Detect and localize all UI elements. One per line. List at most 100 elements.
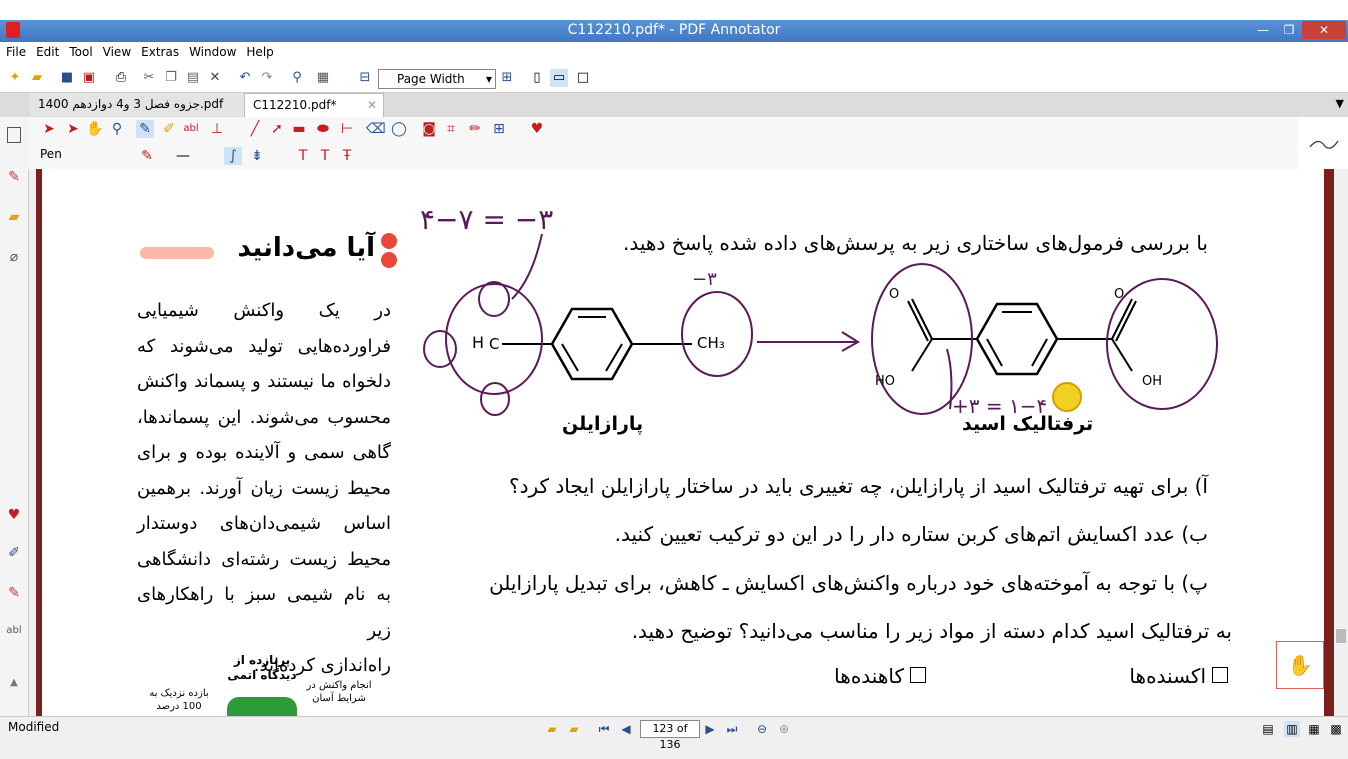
zoom-tool-icon[interactable]: ⚲: [108, 120, 126, 138]
checkbox-oxidizers[interactable]: [1212, 667, 1228, 683]
sidebar-line: اساس شیمی‌دان‌های دوستدار: [137, 513, 391, 534]
first-page-icon[interactable]: ⏮: [596, 721, 612, 737]
ellipse-icon[interactable]: ⬬: [314, 120, 332, 138]
page-icon[interactable]: [7, 127, 21, 143]
redo-icon[interactable]: ↷: [258, 69, 276, 87]
zoom-in-icon[interactable]: ⊞: [498, 69, 516, 87]
header-bullet-icon: [379, 233, 397, 269]
continuous-view-icon[interactable]: ▥: [1284, 721, 1300, 737]
pen-icon[interactable]: ✎: [136, 120, 154, 138]
arrow-icon[interactable]: ➚: [268, 120, 286, 138]
pen-tool-icon[interactable]: ✎: [5, 169, 23, 187]
two-page-view-icon[interactable]: ▦: [1306, 721, 1322, 737]
continuous-two-page-view-icon[interactable]: ▩: [1328, 721, 1344, 737]
tab-document-2[interactable]: C112210.pdf* ✕: [244, 93, 384, 117]
menu-extras[interactable]: Extras: [135, 42, 183, 59]
pen-color-icon[interactable]: ✎: [138, 147, 156, 165]
save-as-icon[interactable]: ▣: [80, 69, 98, 87]
question-b: ب) عدد اکسایش اتم‌های کربن ستاره دار را …: [614, 522, 1208, 546]
scrollbar-thumb[interactable]: [1336, 629, 1346, 643]
paste-icon[interactable]: ▤: [184, 69, 202, 87]
select-icon[interactable]: ➤: [40, 120, 58, 138]
find-icon[interactable]: ⚲: [288, 69, 306, 87]
menu-view[interactable]: View: [97, 42, 135, 59]
minimize-button[interactable]: —: [1250, 21, 1276, 39]
figure-label-3: بازده نزدیک به 100 درصد: [149, 688, 209, 712]
figure-label-1: پربازده از دیدگاه اتمی: [227, 653, 297, 682]
hand-scroll-icon[interactable]: ✋: [1276, 641, 1324, 689]
text-box-icon[interactable]: abl: [5, 625, 23, 643]
highlighter-icon[interactable]: ✐: [5, 545, 23, 563]
lasso-icon[interactable]: ◯: [390, 120, 408, 138]
chem-oh: OH: [1142, 374, 1163, 389]
page-layout-icon[interactable]: ▦: [314, 69, 332, 87]
select-text-icon[interactable]: ➤: [64, 120, 82, 138]
checkbox-reducers[interactable]: [910, 667, 926, 683]
cut-icon[interactable]: ✂: [140, 69, 158, 87]
previous-document-icon[interactable]: ▰: [544, 721, 560, 737]
option-reducers: کاهنده‌ها: [802, 664, 926, 688]
fit-width-icon[interactable]: ▭: [550, 69, 568, 87]
straighten-icon[interactable]: ⇟: [248, 147, 266, 165]
eraser-icon[interactable]: ⌫: [366, 120, 386, 138]
save-icon[interactable]: ■: [58, 69, 76, 87]
close-tab-icon[interactable]: ✕: [367, 94, 377, 117]
print-icon[interactable]: ⎙: [112, 69, 130, 87]
page-number-field[interactable]: 123 of 136: [640, 720, 700, 751]
last-page-icon[interactable]: ⏭: [724, 721, 740, 737]
insert-image-icon[interactable]: ⊞: [490, 120, 508, 138]
marker-icon[interactable]: ✎: [5, 585, 23, 603]
menu-bar: File Edit Tool View Extras Window Help: [0, 42, 1348, 64]
back-icon[interactable]: ⊖: [754, 721, 770, 737]
open-folder-icon[interactable]: ▰: [28, 69, 46, 87]
tab-document-1[interactable]: جزوه فصل 3 و4 دوازدهم 1400.pdf: [30, 93, 248, 116]
menu-window[interactable]: Window: [183, 42, 240, 59]
menu-help[interactable]: Help: [240, 42, 277, 59]
menu-edit[interactable]: Edit: [30, 42, 63, 59]
line-width-icon[interactable]: —: [174, 147, 192, 165]
scroll-up-icon[interactable]: ▲: [5, 677, 23, 695]
menu-tool[interactable]: Tool: [63, 42, 96, 59]
undo-icon[interactable]: ↶: [236, 69, 254, 87]
text-underline-icon[interactable]: T: [294, 147, 312, 165]
tab-list-icon[interactable]: ▼: [1336, 97, 1344, 110]
previous-page-icon[interactable]: ◀: [618, 721, 634, 737]
attachment-icon[interactable]: ⌀: [5, 249, 23, 267]
single-page-view-icon[interactable]: ▤: [1260, 721, 1276, 737]
next-document-icon[interactable]: ▰: [566, 721, 582, 737]
fullscreen-icon[interactable]: □: [574, 69, 592, 87]
text-double-underline-icon[interactable]: T: [316, 147, 334, 165]
smooth-stroke-icon[interactable]: ∫: [224, 147, 242, 165]
camera-icon[interactable]: ◙: [420, 120, 438, 138]
favorites-heart-icon[interactable]: ♥: [528, 120, 546, 138]
crop-icon[interactable]: ⌗: [442, 120, 460, 138]
typewriter-icon[interactable]: abl: [182, 120, 200, 138]
stamp-icon[interactable]: ⊥: [208, 120, 226, 138]
favorite-heart-icon[interactable]: ♥: [5, 507, 23, 525]
chem-o-left: O: [889, 287, 900, 302]
text-strike-icon[interactable]: Ŧ: [338, 147, 356, 165]
heading-accent-bar: [140, 247, 214, 259]
close-button[interactable]: ✕: [1302, 21, 1346, 39]
copy-icon[interactable]: ❐: [162, 69, 180, 87]
hand-icon[interactable]: ✋: [86, 120, 104, 138]
delete-icon[interactable]: ✕: [206, 69, 224, 87]
zoom-out-icon[interactable]: ⊟: [356, 69, 374, 87]
highlighter-tool-icon[interactable]: ✐: [160, 120, 178, 138]
stroke-preview-icon: [1309, 140, 1339, 149]
line-icon[interactable]: ╱: [246, 120, 264, 138]
folder-icon[interactable]: ▰: [5, 209, 23, 227]
menu-file[interactable]: File: [0, 42, 30, 59]
measure-icon[interactable]: ⊢: [338, 120, 356, 138]
restore-button[interactable]: ❐: [1276, 21, 1302, 39]
new-icon[interactable]: ✦: [6, 69, 24, 87]
zoom-select[interactable]: Page Width ▾: [378, 69, 496, 89]
ruler-icon[interactable]: ✏: [466, 120, 484, 138]
sidebar-line: به نام شیمی سبز با راهکارهای زیر: [137, 584, 391, 641]
vertical-scrollbar[interactable]: [1334, 169, 1348, 716]
next-page-icon[interactable]: ▶: [702, 721, 718, 737]
single-page-icon[interactable]: ▯: [528, 69, 546, 87]
sidebar-line: گاهی سمی و آلاینده بوده و برای: [137, 442, 391, 463]
forward-icon[interactable]: ⊕: [776, 721, 792, 737]
rectangle-icon[interactable]: ▬: [290, 120, 308, 138]
